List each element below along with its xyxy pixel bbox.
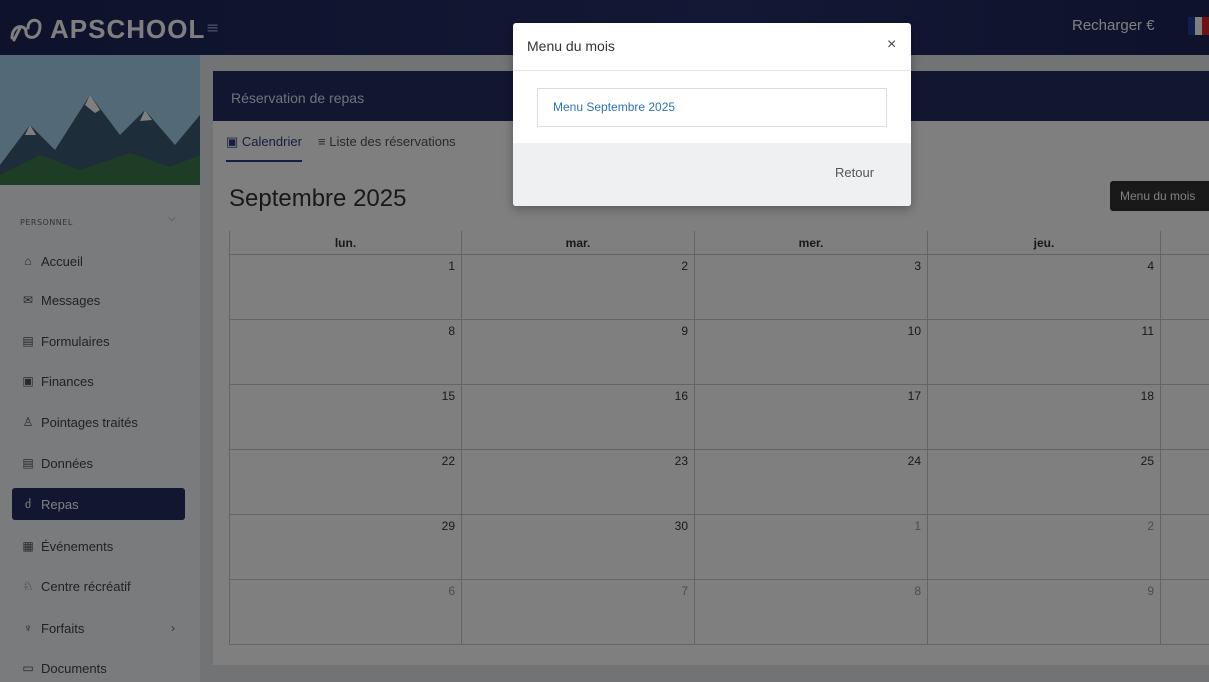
menu-du-mois-modal: Menu du mois × Menu Septembre 2025 Retou… bbox=[513, 23, 911, 206]
modal-title: Menu du mois bbox=[527, 38, 615, 54]
modal-footer: Retour bbox=[513, 143, 911, 206]
modal-header: Menu du mois × bbox=[513, 23, 911, 71]
retour-button[interactable]: Retour bbox=[835, 165, 874, 180]
menu-septembre-link[interactable]: Menu Septembre 2025 bbox=[537, 88, 887, 127]
close-icon[interactable]: × bbox=[887, 36, 896, 54]
modal-body: Menu Septembre 2025 bbox=[513, 71, 911, 143]
